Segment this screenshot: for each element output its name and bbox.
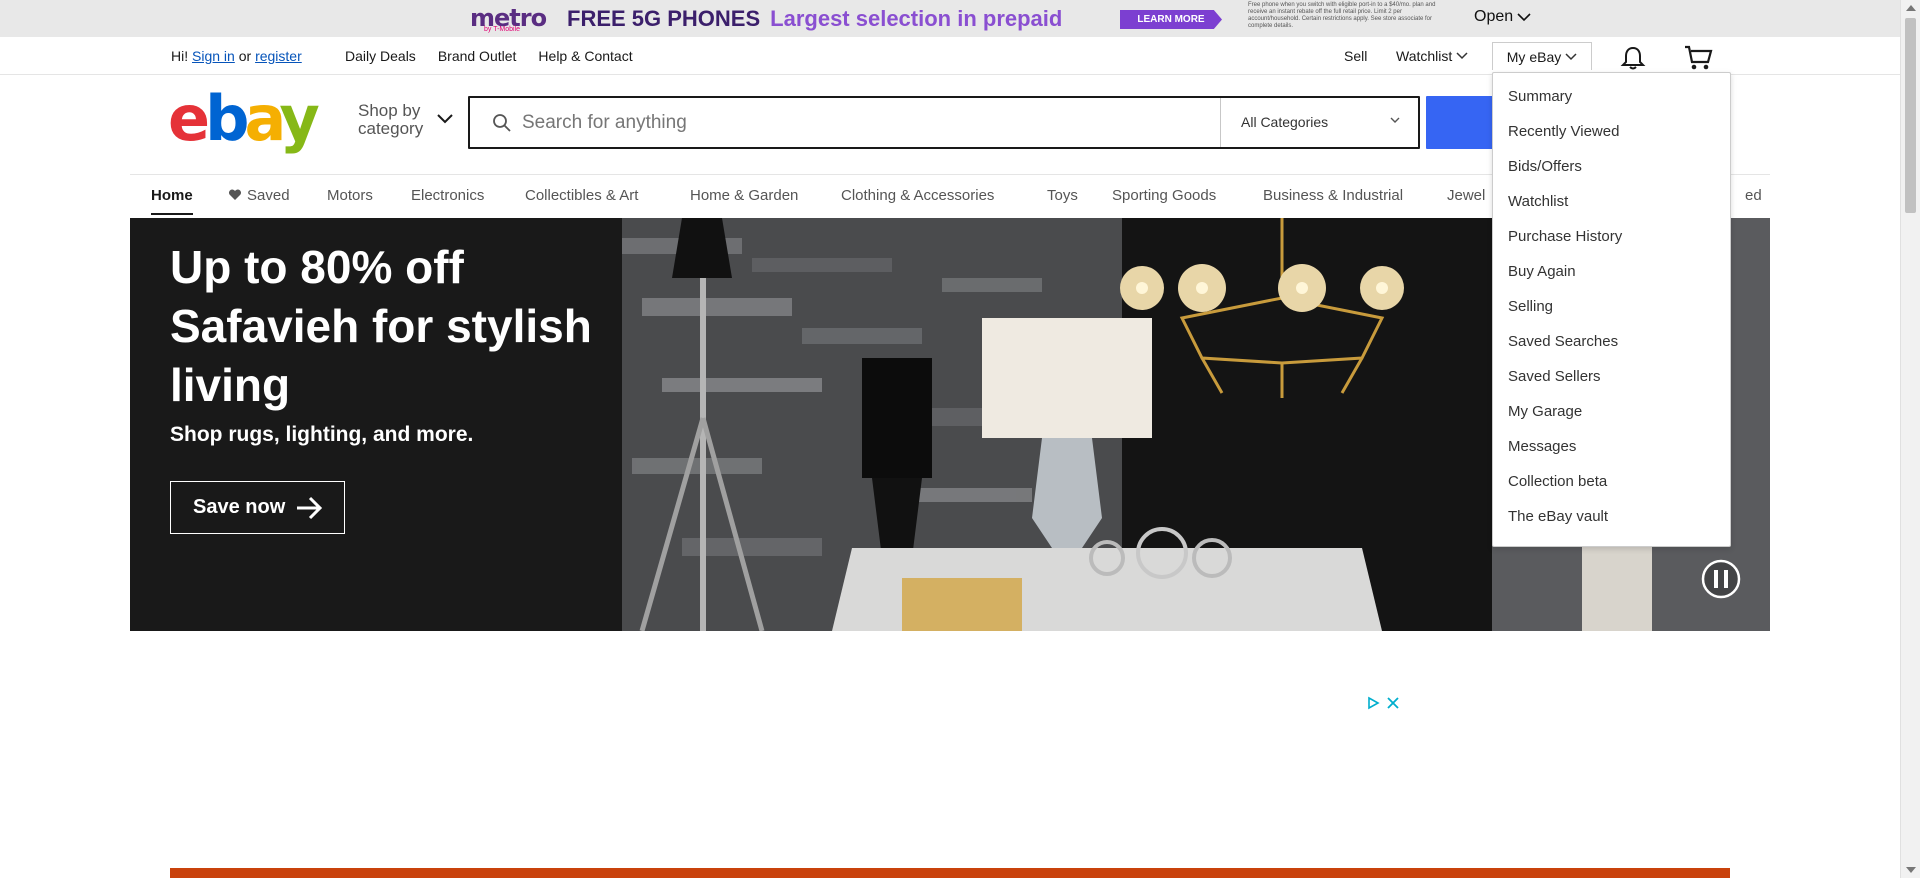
heart-icon — [228, 189, 242, 200]
shop-by-line2: category — [358, 119, 424, 138]
menu-item-recently-viewed[interactable]: Recently Viewed — [1493, 118, 1730, 153]
save-now-label: Save now — [193, 496, 286, 518]
scrollbar-thumb[interactable] — [1905, 18, 1916, 213]
top-links: Daily Deals Brand Outlet Help & Contact — [345, 48, 633, 64]
watchlist-menu[interactable]: Watchlist — [1396, 48, 1468, 64]
catnav-jewelry[interactable]: Jewel — [1447, 187, 1485, 204]
catnav-saved-label: Saved — [247, 187, 290, 204]
ad-open-button[interactable]: Open — [1474, 8, 1531, 26]
shop-by-category-button[interactable]: Shop by category — [358, 102, 423, 138]
hero-title: Up to 80% off Safavieh for stylish livin… — [170, 241, 592, 411]
catnav-motors[interactable]: Motors — [327, 187, 373, 204]
chevron-down-icon — [1565, 52, 1577, 60]
notification-bell-icon[interactable] — [1620, 45, 1646, 71]
ad-learn-more-button[interactable]: LEARN MORE — [1120, 10, 1222, 29]
catnav-clothing-accessories[interactable]: Clothing & Accessories — [841, 187, 994, 204]
ad-fine-print: Free phone when you switch with eligible… — [1248, 2, 1436, 29]
menu-item-saved-searches[interactable]: Saved Searches — [1493, 328, 1730, 363]
menu-item-messages[interactable]: Messages — [1493, 433, 1730, 468]
watchlist-label: Watchlist — [1396, 48, 1453, 64]
scroll-down-icon[interactable] — [1906, 867, 1916, 873]
menu-item-saved-sellers[interactable]: Saved Sellers — [1493, 363, 1730, 398]
sign-in-link[interactable]: Sign in — [192, 48, 235, 64]
search-icon — [493, 114, 511, 132]
ad-brand-sub: by T-Mobile — [484, 26, 521, 33]
brand-outlet-link[interactable]: Brand Outlet — [438, 48, 517, 64]
cart-icon[interactable] — [1683, 44, 1713, 72]
category-select-value: All Categories — [1241, 114, 1329, 130]
my-ebay-menu[interactable]: My eBay — [1492, 42, 1592, 70]
menu-item-watchlist[interactable]: Watchlist — [1493, 188, 1730, 223]
shop-by-line1: Shop by — [358, 101, 421, 120]
catnav-electronics[interactable]: Electronics — [411, 187, 484, 204]
menu-item-my-garage[interactable]: My Garage — [1493, 398, 1730, 433]
category-select[interactable]: All Categories — [1220, 98, 1420, 147]
catnav-home-garden[interactable]: Home & Garden — [690, 187, 798, 204]
menu-item-bids-offers[interactable]: Bids/Offers — [1493, 153, 1730, 188]
catnav-business-industrial[interactable]: Business & Industrial — [1263, 187, 1403, 204]
search-bar: All Categories — [468, 96, 1420, 149]
catnav-home[interactable]: Home — [151, 187, 193, 215]
search-input[interactable] — [522, 106, 1122, 140]
ad-open-label: Open — [1474, 8, 1514, 25]
catnav-toys[interactable]: Toys — [1047, 187, 1078, 204]
menu-item-selling[interactable]: Selling — [1493, 293, 1730, 328]
catnav-refurbished[interactable]: ed — [1745, 187, 1762, 204]
save-now-button[interactable]: Save now — [170, 481, 345, 534]
page-scrollbar[interactable] — [1900, 0, 1920, 878]
catnav-saved[interactable]: Saved — [228, 187, 290, 204]
hero-subtitle: Shop rugs, lighting, and more. — [170, 423, 474, 446]
promo-bar[interactable] — [170, 868, 1730, 878]
chevron-down-icon — [1456, 52, 1468, 60]
chevron-down-icon[interactable] — [437, 114, 453, 124]
menu-item-ebay-vault[interactable]: The eBay vault — [1493, 503, 1730, 538]
top-ad-banner[interactable]: metro by T-Mobile FREE 5G PHONES Largest … — [0, 0, 1900, 37]
daily-deals-link[interactable]: Daily Deals — [345, 48, 416, 64]
greeting: Hi! Sign in or register — [171, 48, 302, 64]
ad-headline: FREE 5G PHONES Largest selection in prepa… — [567, 6, 1062, 32]
ad-placeholder[interactable] — [510, 690, 1410, 810]
close-icon[interactable] — [1386, 696, 1400, 710]
help-contact-link[interactable]: Help & Contact — [538, 48, 632, 64]
menu-item-summary[interactable]: Summary — [1493, 83, 1730, 118]
catnav-collectibles-art[interactable]: Collectibles & Art — [525, 187, 638, 204]
greeting-text: Hi! — [171, 48, 189, 64]
adchoices-icon[interactable] — [1366, 696, 1380, 710]
scroll-up-icon[interactable] — [1906, 5, 1916, 11]
or-text: or — [238, 48, 252, 64]
global-header-bar: Hi! Sign in or register Daily Deals Bran… — [0, 37, 1900, 75]
my-ebay-dropdown: Summary Recently Viewed Bids/Offers Watc… — [1492, 72, 1731, 547]
catnav-sporting-goods[interactable]: Sporting Goods — [1112, 187, 1216, 204]
menu-item-purchase-history[interactable]: Purchase History — [1493, 223, 1730, 258]
register-link[interactable]: register — [255, 48, 302, 64]
sell-link[interactable]: Sell — [1344, 48, 1367, 64]
pause-icon[interactable] — [1700, 558, 1742, 600]
chevron-down-icon — [1517, 13, 1531, 22]
chevron-down-icon — [1390, 117, 1400, 123]
ad-choices — [1366, 696, 1400, 710]
arrow-right-icon — [297, 496, 323, 519]
my-ebay-label: My eBay — [1506, 48, 1562, 65]
ebay-logo[interactable]: ebay — [168, 88, 320, 150]
ad-headline-primary: FREE 5G PHONES — [567, 6, 761, 31]
menu-item-collection[interactable]: Collection beta — [1493, 468, 1730, 503]
ad-headline-secondary: Largest selection in prepaid — [770, 6, 1063, 31]
menu-item-buy-again[interactable]: Buy Again — [1493, 258, 1730, 293]
